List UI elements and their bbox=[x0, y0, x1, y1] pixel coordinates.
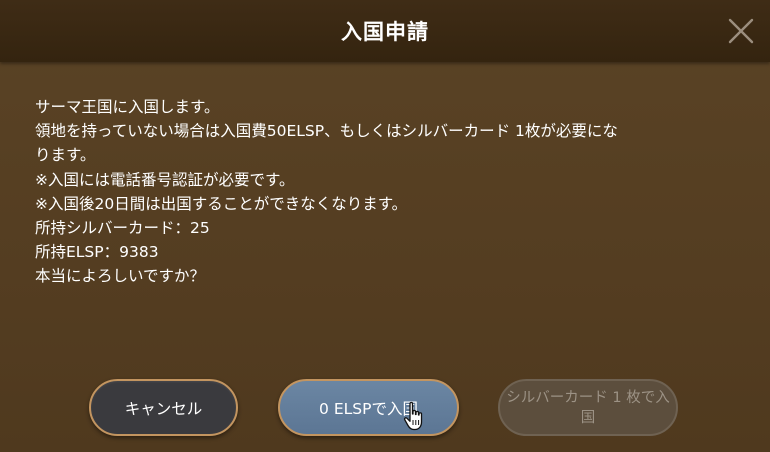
message-line: 本当によろしいですか？ bbox=[35, 267, 206, 286]
entry-application-dialog: 入国申請 サーマ王国に入国します。 領地を持っていない場合は入国費50ELSP、… bbox=[0, 0, 770, 452]
message-line: ※入国には電話番号認証が必要です。 bbox=[35, 170, 295, 189]
enter-with-silver-card-button[interactable]: シルバーカード 1 枚で入国 bbox=[498, 379, 678, 436]
message-line: ※入国後20日間は出国することができなくなります。 bbox=[35, 194, 408, 213]
enter-with-elsp-button[interactable]: 0 ELSPで入国 bbox=[278, 379, 459, 436]
dialog-title: 入国申請 bbox=[341, 20, 429, 44]
enter-with-silver-card-button-label: シルバーカード 1 枚で入国 bbox=[506, 389, 670, 426]
message-line: 領地を持っていない場合は入国費50ELSP、もしくはシルバーカード 1枚が必要に… bbox=[35, 122, 618, 141]
close-icon bbox=[728, 18, 754, 44]
dialog-message: サーマ王国に入国します。 領地を持っていない場合は入国費50ELSP、もしくはシ… bbox=[35, 95, 735, 289]
message-line: サーマ王国に入国します。 bbox=[35, 98, 220, 116]
message-line: 所持ELSP：9383 bbox=[35, 243, 159, 262]
hand-pointer-cursor-icon bbox=[403, 401, 423, 431]
close-button[interactable] bbox=[726, 16, 756, 46]
cancel-button-label: キャンセル bbox=[124, 399, 203, 418]
message-line: 所持シルバーカード：25 bbox=[35, 219, 210, 238]
cancel-button[interactable]: キャンセル bbox=[89, 379, 238, 436]
message-line: ります。 bbox=[35, 146, 96, 165]
